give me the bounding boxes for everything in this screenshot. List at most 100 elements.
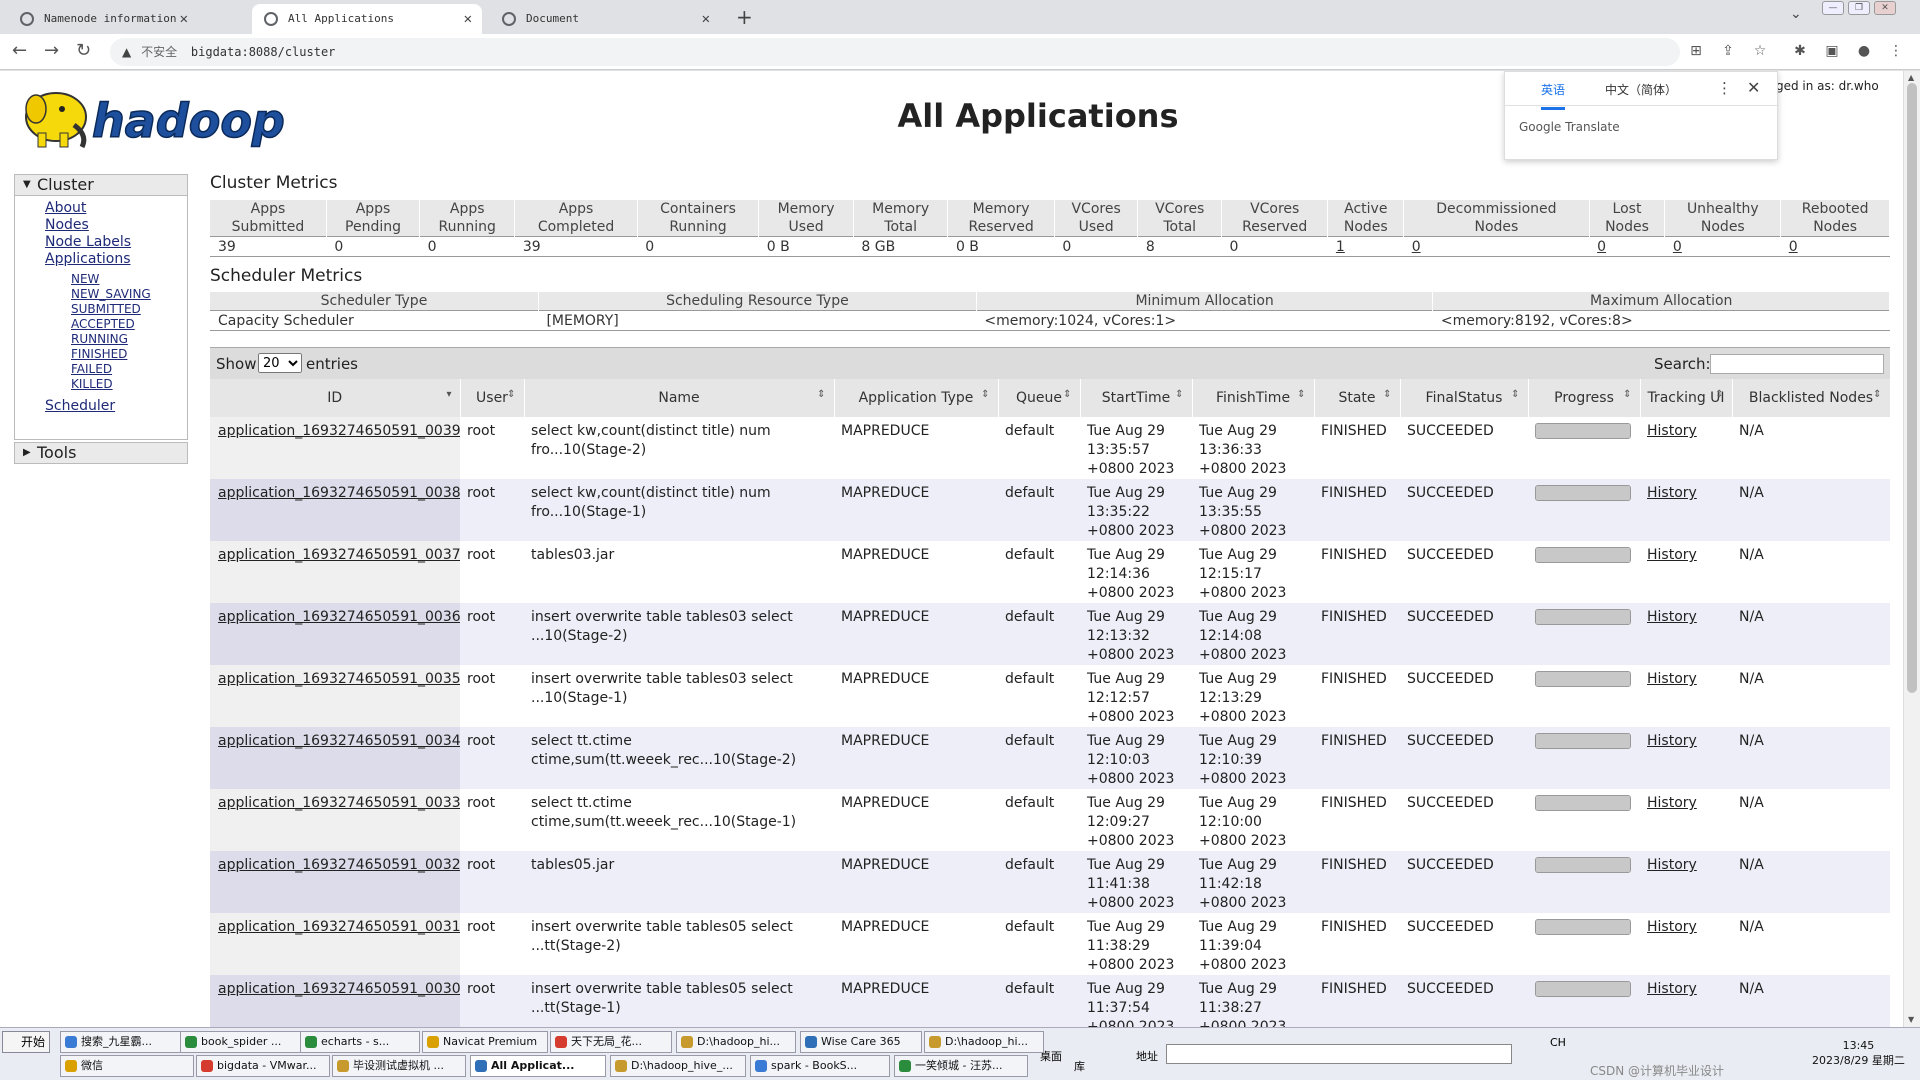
maximize-button[interactable]: ❐ [1848, 1, 1870, 15]
menu-icon[interactable]: ⋮ [1888, 43, 1904, 59]
page-size-select[interactable]: 20 [258, 353, 302, 373]
tracking-history-link[interactable]: History [1640, 913, 1732, 975]
cluster-metric-value[interactable]: 0 [1780, 236, 1890, 257]
taskbar-item[interactable]: 天下无局_花... [550, 1031, 672, 1053]
app-id-link[interactable]: application_1693274650591_0031 [210, 913, 460, 975]
tracking-history-link[interactable]: History [1640, 479, 1732, 541]
app-id-link[interactable]: application_1693274650591_0032 [210, 851, 460, 913]
sidepanel-icon[interactable]: ▣ [1824, 43, 1840, 59]
app-id-link[interactable]: application_1693274650591_0039 [210, 417, 460, 479]
sidebar-item-scheduler[interactable]: Scheduler [45, 398, 115, 414]
taskbar-item[interactable]: D:\hadoop_hi... [676, 1031, 796, 1053]
app-id-link[interactable]: application_1693274650591_0034 [210, 727, 460, 789]
column-header[interactable]: StartTime ⇕ [1080, 379, 1193, 417]
column-header[interactable]: Tracking UI ⇕ [1640, 379, 1733, 417]
tab-namenode[interactable]: Namenode information ✕ [8, 4, 198, 34]
tracking-history-link[interactable]: History [1640, 975, 1732, 1027]
cluster-metric-value[interactable]: 0 [1589, 236, 1665, 257]
tracking-history-link[interactable]: History [1640, 789, 1732, 851]
input-language[interactable]: CH [1550, 1036, 1566, 1049]
tracking-history-link[interactable]: History [1640, 727, 1732, 789]
taskbar-item[interactable]: spark - BookS... [750, 1055, 890, 1077]
sidebar-item-node-labels[interactable]: Node Labels [45, 234, 131, 250]
close-window-button[interactable]: ✕ [1874, 1, 1896, 15]
sidebar-state-submitted[interactable]: SUBMITTED [71, 302, 141, 316]
sidebar-cluster-header[interactable]: ▼ Cluster [14, 174, 188, 196]
vertical-scrollbar[interactable]: ▲ ▼ [1903, 71, 1920, 1027]
tracking-history-link[interactable]: History [1640, 541, 1732, 603]
start-button[interactable]: 开始 [2, 1031, 50, 1053]
more-icon[interactable]: ⋮ [1717, 79, 1732, 97]
tab-all-applications[interactable]: All Applications ✕ [252, 4, 482, 34]
sidebar-item-about[interactable]: About [45, 200, 86, 216]
taskbar-item[interactable]: book_spider ... [180, 1031, 302, 1053]
taskbar-item[interactable]: Navicat Premium [422, 1031, 548, 1053]
library-label[interactable]: 库 [1074, 1058, 1085, 1074]
sidebar-item-nodes[interactable]: Nodes [45, 217, 89, 233]
sidebar-state-failed[interactable]: FAILED [71, 362, 112, 376]
close-icon[interactable]: ✕ [702, 4, 710, 34]
scroll-up-icon[interactable]: ▲ [1908, 73, 1914, 82]
extensions-icon[interactable]: ✱ [1792, 43, 1808, 59]
column-header[interactable]: User ⇕ [460, 379, 525, 417]
search-input[interactable] [1710, 354, 1884, 374]
sidebar-state-new[interactable]: NEW [71, 272, 99, 286]
app-id-link[interactable]: application_1693274650591_0037 [210, 541, 460, 603]
column-header[interactable]: Queue ⇕ [998, 379, 1081, 417]
close-icon[interactable]: ✕ [180, 4, 188, 34]
app-id-link[interactable]: application_1693274650591_0033 [210, 789, 460, 851]
chevron-down-icon[interactable]: ⌄ [1790, 6, 1802, 22]
taskbar-item[interactable]: D:\hadoop_hi... [924, 1031, 1044, 1053]
tab-document[interactable]: Document ✕ [490, 4, 720, 34]
tracking-history-link[interactable]: History [1640, 665, 1732, 727]
app-id-link[interactable]: application_1693274650591_0038 [210, 479, 460, 541]
sidebar-item-applications[interactable]: Applications [45, 251, 131, 267]
taskbar-item[interactable]: Wise Care 365 [800, 1031, 922, 1053]
app-id-link[interactable]: application_1693274650591_0036 [210, 603, 460, 665]
column-header[interactable]: State ⇕ [1314, 379, 1401, 417]
column-header[interactable]: FinishTime ⇕ [1192, 379, 1315, 417]
column-header[interactable]: Name ⇕ [524, 379, 835, 417]
sidebar-state-running[interactable]: RUNNING [71, 332, 128, 346]
taskbar-item[interactable]: 毕设测试虚拟机 ... [332, 1055, 466, 1077]
minimize-button[interactable]: — [1822, 1, 1844, 15]
share-icon[interactable]: ⇪ [1720, 43, 1736, 59]
close-icon[interactable]: ✕ [464, 4, 472, 34]
tracking-history-link[interactable]: History [1640, 603, 1732, 665]
taskbar-item[interactable]: 搜索_九星霸... [60, 1031, 182, 1053]
sidebar-state-finished[interactable]: FINISHED [71, 347, 127, 361]
sidebar-state-accepted[interactable]: ACCEPTED [71, 317, 135, 331]
column-header[interactable]: ID ▾ [210, 379, 461, 417]
cluster-metric-value[interactable]: 1 [1327, 236, 1404, 257]
translate-lang-zh[interactable]: 中文（简体） [1605, 81, 1677, 98]
back-icon[interactable]: ← [12, 40, 27, 61]
taskbar-item[interactable]: echarts - s... [300, 1031, 420, 1053]
column-header[interactable]: Progress ⇕ [1528, 379, 1641, 417]
desktop-label[interactable]: 桌面 [1040, 1048, 1062, 1064]
taskbar-item[interactable]: 一笑倾城 - 汪苏... [894, 1055, 1028, 1077]
taskbar-item[interactable]: D:\hadoop_hive_... [610, 1055, 746, 1077]
reload-icon[interactable]: ↻ [76, 40, 91, 61]
app-id-link[interactable]: application_1693274650591_0030 [210, 975, 460, 1027]
translate-icon[interactable]: ⊞ [1688, 43, 1704, 59]
column-header[interactable]: Blacklisted Nodes ⇕ [1732, 379, 1891, 417]
tracking-history-link[interactable]: History [1640, 851, 1732, 913]
cluster-metric-value[interactable]: 0 [1664, 236, 1781, 257]
column-header[interactable]: FinalStatus ⇕ [1400, 379, 1529, 417]
sidebar-state-new-saving[interactable]: NEW_SAVING [71, 287, 151, 301]
column-header[interactable]: Application Type ⇕ [834, 379, 999, 417]
sidebar-state-killed[interactable]: KILLED [71, 377, 113, 391]
taskbar-item[interactable]: All Applicat... [470, 1055, 606, 1077]
taskbar-address-input[interactable] [1166, 1044, 1512, 1064]
star-icon[interactable]: ☆ [1752, 43, 1768, 59]
system-clock[interactable]: 13:45 2023/8/29 星期二 [1812, 1038, 1905, 1068]
cluster-metric-value[interactable]: 0 [1403, 236, 1590, 257]
tracking-history-link[interactable]: History [1640, 417, 1732, 479]
taskbar-item[interactable]: bigdata - VMwar... [196, 1055, 330, 1077]
sidebar-tools-header[interactable]: ▶ Tools [14, 442, 188, 464]
profile-icon[interactable]: ● [1856, 43, 1872, 59]
scroll-down-icon[interactable]: ▼ [1908, 1015, 1914, 1024]
address-bar[interactable]: ▲ 不安全 bigdata:8088/cluster [110, 38, 1680, 66]
forward-icon[interactable]: → [44, 40, 59, 61]
close-icon[interactable]: ✕ [1747, 78, 1760, 97]
